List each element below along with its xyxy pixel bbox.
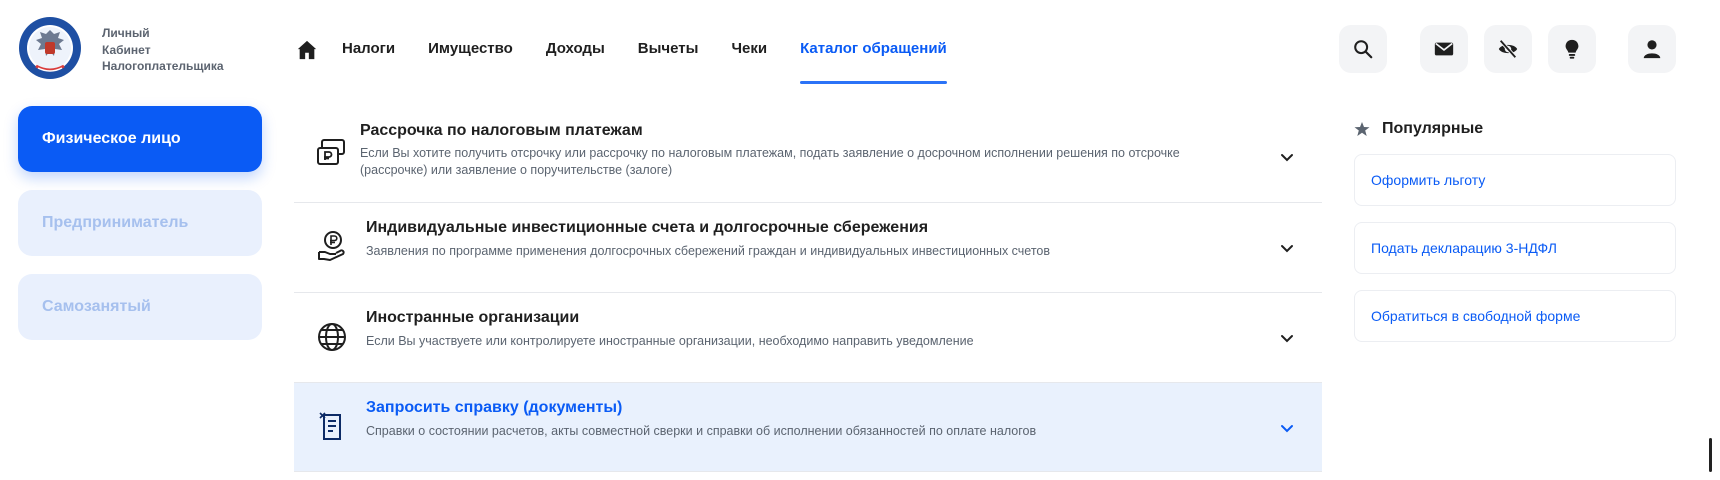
document-request-icon — [319, 412, 341, 440]
brand-line-3: Налогоплательщика — [102, 59, 224, 73]
mail-icon — [1434, 42, 1454, 56]
nav-property[interactable]: Имущество — [428, 36, 513, 84]
item-description: Заявления по программе применения долгос… — [366, 244, 1051, 258]
home-icon[interactable] — [296, 39, 318, 61]
search-button[interactable] — [1339, 25, 1387, 73]
item-title: Рассрочка по налоговым платежам — [360, 122, 643, 139]
tips-button[interactable] — [1548, 25, 1596, 73]
installment-icon — [317, 139, 345, 165]
brand-line-1: Личный — [102, 26, 150, 40]
globe-icon — [318, 323, 346, 351]
eye-off-icon — [1498, 39, 1518, 59]
user-icon — [1643, 40, 1661, 59]
brand-line-2: Кабинет — [102, 42, 151, 57]
nav-receipts[interactable]: Чеки — [731, 36, 767, 84]
brand-title[interactable]: Личный Кабинет Налогоплательщика — [102, 25, 224, 75]
popular-link-free-form[interactable]: Обратиться в свободной форме — [1354, 290, 1676, 342]
item-title: Запросить справку (документы) — [366, 399, 623, 416]
star-icon — [1354, 122, 1370, 136]
investment-icon — [318, 231, 345, 261]
messages-button[interactable] — [1420, 25, 1468, 73]
visibility-toggle-button[interactable] — [1484, 25, 1532, 73]
nav-deductions[interactable]: Вычеты — [638, 36, 699, 84]
popular-title: Популярные — [1382, 120, 1484, 137]
chevron-down-icon[interactable] — [1280, 331, 1294, 345]
popular-heading: Популярные — [1354, 120, 1483, 138]
nav-taxes[interactable]: Налоги — [342, 36, 395, 84]
popular-link-benefit[interactable]: Оформить льготу — [1354, 154, 1676, 206]
item-title: Иностранные организации — [366, 309, 580, 326]
lightbulb-icon — [1565, 39, 1579, 59]
search-icon — [1354, 40, 1373, 59]
sidebar-item-entrepreneur[interactable]: Предприниматель — [18, 190, 262, 256]
profile-button[interactable] — [1628, 25, 1676, 73]
item-title: Индивидуальные инвестиционные счета и до… — [366, 219, 929, 236]
sidebar-item-self-employed[interactable]: Самозанятый — [18, 274, 262, 340]
sidebar-item-individual[interactable]: Физическое лицо — [18, 106, 262, 172]
list-item-foreign-organizations[interactable]: Иностранные организации Если Вы участвуе… — [294, 293, 1322, 383]
fns-logo[interactable] — [18, 16, 82, 80]
item-description: Если Вы хотите получить отсрочку или рас… — [360, 146, 1180, 177]
item-description: Справки о состоянии расчетов, акты совме… — [366, 424, 1037, 438]
catalog-list: Рассрочка по налоговым платежам Если Вы … — [294, 112, 1322, 472]
nav-income[interactable]: Доходы — [546, 36, 605, 84]
list-item-document-request[interactable]: Запросить справку (документы) Справки о … — [294, 383, 1322, 472]
page-scrollbar[interactable] — [1709, 438, 1712, 472]
top-navigation: Налоги Имущество Доходы Вычеты Чеки Ката… — [296, 36, 980, 86]
item-description: Если Вы участвуете или контролируете ино… — [366, 334, 974, 348]
chevron-down-icon[interactable] — [1280, 241, 1294, 255]
list-item-investment[interactable]: Индивидуальные инвестиционные счета и до… — [294, 203, 1322, 293]
chevron-down-icon[interactable] — [1280, 421, 1294, 435]
popular-link-declaration[interactable]: Подать декларацию 3-НДФЛ — [1354, 222, 1676, 274]
chevron-down-icon[interactable] — [1280, 150, 1294, 164]
list-item-installment[interactable]: Рассрочка по налоговым платежам Если Вы … — [294, 112, 1322, 203]
nav-requests-catalog[interactable]: Каталог обращений — [800, 36, 947, 84]
